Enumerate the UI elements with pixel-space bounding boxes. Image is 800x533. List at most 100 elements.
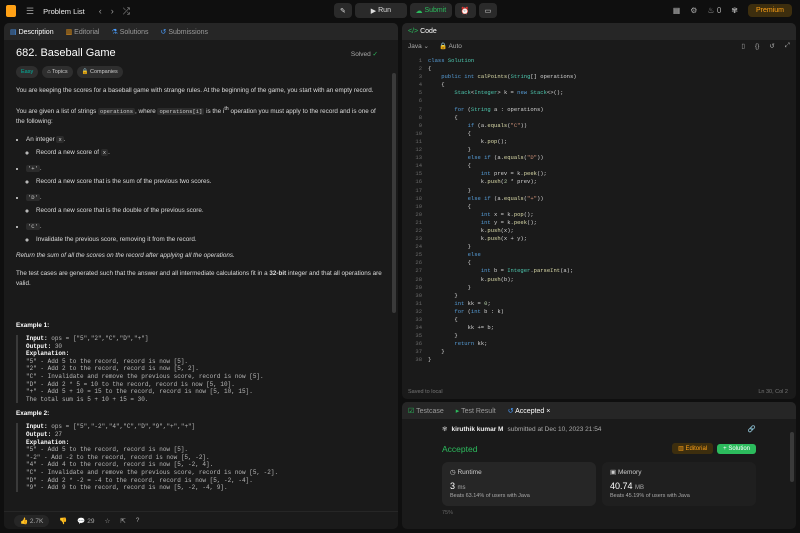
runtime-beats: Beats 63.14% of users with Java (450, 493, 530, 499)
expand-icon[interactable]: ⤢ (785, 42, 790, 50)
submission-header: ✾ kiruthik kumar M submitted at Dec 10, … (442, 425, 756, 434)
star-icon[interactable]: ☆ (105, 517, 111, 525)
companies-chip[interactable]: 🔒 Companies (76, 66, 123, 78)
shuffle-icon[interactable]: ⤮ (123, 6, 130, 17)
scrollbar[interactable] (392, 73, 396, 313)
submission-result: ✾ kiruthik kumar M submitted at Dec 10, … (402, 419, 796, 516)
layout-icon[interactable]: ▦ (673, 6, 681, 15)
tab-description[interactable]: ▤ Description (10, 28, 54, 36)
comments-button[interactable]: 💬 29 (77, 517, 94, 525)
dislike-button[interactable]: 👎 (59, 517, 67, 525)
play-icon: ▶ (370, 7, 377, 15)
comment-icon: 💬 (77, 517, 86, 525)
tab-solutions[interactable]: ⚗ Solutions (111, 28, 148, 36)
paragraph-operations: You are given a list of strings operatio… (16, 106, 376, 126)
editorial-button[interactable]: ▥ Editorial (672, 443, 714, 454)
memory-label: Memory (617, 469, 642, 476)
runtime-card[interactable]: ◷ Runtime 3 ms Beats 63.14% of users wit… (442, 462, 596, 506)
avatar[interactable]: ✾ (442, 425, 447, 433)
editor-status: Saved to local Ln 30, Col 2 (408, 389, 788, 395)
example-2-block: Input: ops = ["5","-2","4","C","D","9","… (16, 423, 386, 492)
debug-button[interactable]: ✎ (334, 3, 352, 18)
submit-button[interactable]: ☁ Submit (409, 3, 452, 18)
help-icon[interactable]: ? (136, 517, 140, 524)
memory-card[interactable]: ▣ Memory 40.74 MB Beats 45.19% of users … (602, 462, 756, 506)
example-1-block: Input: ops = ["5","2","C","D","+"] Outpu… (16, 335, 386, 404)
share-link-icon[interactable]: 🔗 (748, 425, 756, 433)
topics-chip[interactable]: ⌂ Topics (42, 66, 73, 78)
code-tabs: </> Code (402, 23, 796, 40)
code-panel: </> Code Java ⌄ 🔒 Auto ▯ {} ↺ ⤢ 12345678… (402, 23, 796, 399)
description-footer: 👍 2.7K 👎 💬 29 ☆ ⇱ ? (4, 511, 398, 529)
accepted-status: Accepted (442, 443, 478, 454)
list-item: 'C'.Invalidate the previous score, remov… (26, 222, 386, 245)
chart-axis-label: 75% (442, 510, 454, 516)
problem-list-link[interactable]: Problem List (43, 7, 85, 16)
avatar[interactable]: ✾ (731, 6, 738, 15)
tab-code[interactable]: </> Code (408, 28, 437, 35)
tab-test-result[interactable]: ▸ Test Result (456, 407, 496, 415)
code-editor[interactable]: 1 2 3 4 5 6 7 8 9 10 11 12 13 14 15 16 17 18 19 20 21 22 23 24 2… (402, 57, 796, 365)
streak-icon[interactable]: ♨ 0 (707, 6, 721, 15)
bookmark-icon[interactable]: ▯ (741, 42, 745, 50)
saved-status: Saved to local (408, 389, 443, 395)
result-panel: ☑ Testcase ▸ Test Result ↺ Accepted × ✾ … (402, 402, 796, 529)
close-icon: × (546, 407, 551, 415)
lock-icon: 🔒 (81, 69, 89, 75)
description-tabs: ▤ Description ▥ Editorial ⚗ Solutions ↺ … (4, 23, 398, 40)
share-icon[interactable]: ⇱ (120, 517, 125, 525)
user-name[interactable]: kiruthik kumar M (451, 426, 503, 433)
submission-time: submitted at Dec 10, 2023 21:54 (507, 425, 602, 433)
premium-button[interactable]: Premium (747, 4, 792, 17)
result-scrollbar[interactable] (790, 432, 794, 482)
auto-toggle[interactable]: 🔒 Auto (439, 42, 462, 50)
line-numbers: 1 2 3 4 5 6 7 8 9 10 11 12 13 14 15 16 17 18 19 20 21 22 23 24 2… (415, 57, 422, 364)
prev-icon[interactable]: ‹ (99, 6, 102, 16)
memory-value: 40.74 (610, 481, 633, 491)
reset-icon[interactable]: ↺ (769, 42, 774, 50)
result-tabs: ☑ Testcase ▸ Test Result ↺ Accepted × (402, 402, 796, 419)
like-button[interactable]: 👍 2.7K (14, 514, 50, 527)
status-row: Accepted ▥ Editorial + Solution (442, 443, 756, 454)
lock-icon: 🔒 (439, 43, 448, 50)
runtime-unit: ms (457, 485, 466, 491)
difficulty-badge: Easy (16, 66, 39, 78)
runtime-label: Runtime (457, 469, 482, 476)
notes-button[interactable]: ▭ (478, 3, 498, 18)
problem-description: 682. Baseball Game Easy ⌂ Topics 🔒 Compa… (4, 40, 398, 504)
run-label: Run (378, 7, 391, 14)
list-icon[interactable]: ☰ (26, 6, 34, 17)
tag-icon: ⌂ (47, 69, 51, 75)
thumbs-up-icon: 👍 (20, 517, 29, 525)
language-select[interactable]: Java ⌄ (408, 42, 429, 50)
paragraph-constraints: The test cases are generated such that t… (16, 270, 382, 288)
example-2-heading: Example 2: (16, 410, 50, 418)
list-item: '+'.Record a new score that is the sum o… (26, 164, 386, 187)
tab-accepted[interactable]: ↺ Accepted × (508, 407, 551, 415)
code-text[interactable]: class Solution { public int calPoints(St… (428, 57, 577, 365)
tab-editorial[interactable]: ▥ Editorial (66, 28, 100, 36)
run-button[interactable]: ▶ Run (354, 3, 407, 18)
bug-icon: ✎ (340, 7, 346, 15)
paragraph-intro: You are keeping the scores for a basebal… (16, 87, 374, 94)
list-item: 'D'.Record a new score that is the doubl… (26, 193, 386, 216)
tab-testcase[interactable]: ☑ Testcase (408, 407, 444, 415)
cursor-position: Ln 30, Col 2 (758, 389, 788, 395)
next-icon[interactable]: › (111, 6, 114, 16)
leetcode-logo[interactable] (6, 5, 16, 17)
check-icon: ✓ (372, 51, 378, 58)
list-item: An integer x.Record a new score of x. (26, 135, 386, 158)
alarm-icon: ⏰ (460, 7, 470, 15)
memory-unit: MB (635, 485, 645, 491)
problem-title[interactable]: 682. Baseball Game (16, 48, 386, 59)
settings-icon[interactable]: ⚙ (690, 6, 697, 15)
streak-count: 0 (716, 6, 722, 15)
operations-list: An integer x.Record a new score of x. '+… (26, 135, 386, 245)
tab-submissions[interactable]: ↺ Submissions (161, 28, 209, 36)
paragraph-return: Return the sum of all the scores on the … (16, 252, 235, 260)
runtime-value: 3 (450, 481, 456, 491)
timer-button[interactable]: ⏰ (454, 3, 476, 18)
solution-button[interactable]: + Solution (717, 443, 756, 454)
memory-beats: Beats 45.19% of users with Java (610, 493, 690, 499)
braces-icon[interactable]: {} (755, 43, 759, 50)
